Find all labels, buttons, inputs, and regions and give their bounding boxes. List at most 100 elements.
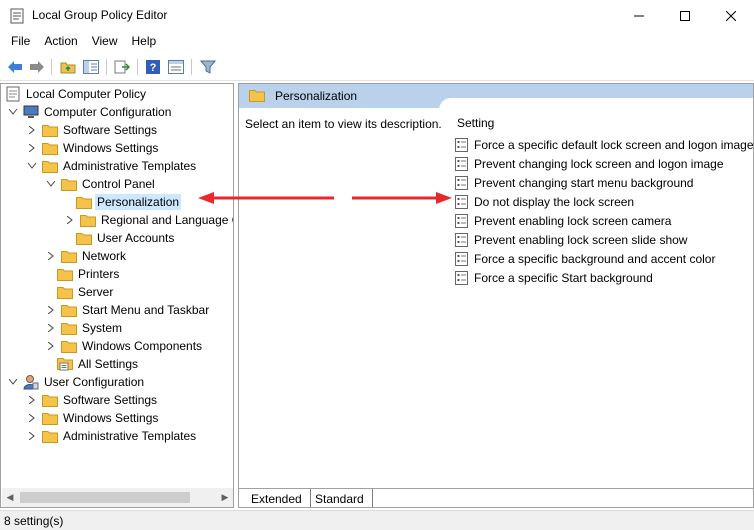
folder-icon: [249, 89, 265, 105]
tab-extended[interactable]: Extended: [243, 489, 311, 507]
chevron-right-icon[interactable]: [64, 211, 76, 229]
setting-prevent-changing-start-menu-bg[interactable]: Prevent changing start menu background: [455, 173, 693, 192]
tree-item-all-settings[interactable]: All Settings: [57, 355, 140, 373]
folder-icon: [61, 320, 77, 336]
computer-icon: [23, 104, 39, 120]
policy-setting-icon: [455, 194, 469, 209]
up-folder-icon[interactable]: [57, 57, 79, 77]
forward-arrow-icon[interactable]: [26, 57, 48, 77]
folder-icon: [61, 338, 77, 354]
policy-setting-icon: [455, 270, 469, 285]
setting-prevent-changing-lock-screen[interactable]: Prevent changing lock screen and logon i…: [455, 154, 724, 173]
all-settings-folder-icon: [57, 356, 73, 372]
policy-setting-icon: [455, 175, 469, 190]
policy-setting-icon: [455, 213, 469, 228]
tree-item-software-settings[interactable]: Software Settings: [26, 121, 159, 139]
policy-setting-icon: [455, 137, 469, 152]
folder-icon: [42, 428, 58, 444]
folder-icon: [57, 266, 73, 282]
menu-help[interactable]: Help: [125, 32, 164, 52]
settings-pane-header: Personalization: [239, 84, 753, 110]
chevron-right-icon[interactable]: [26, 391, 38, 409]
folder-icon: [42, 158, 58, 174]
tree-item-windows-settings[interactable]: Windows Settings: [26, 139, 160, 157]
minimize-button[interactable]: [616, 0, 662, 32]
folder-icon: [61, 302, 77, 318]
tree-item-local-computer-policy[interactable]: Local Computer Policy: [3, 85, 148, 103]
chevron-right-icon[interactable]: [45, 301, 57, 319]
chevron-right-icon[interactable]: [45, 337, 57, 355]
menu-file[interactable]: File: [4, 32, 37, 52]
policy-setting-icon: [455, 156, 469, 171]
show-hide-tree-icon[interactable]: [80, 57, 102, 77]
menu-action[interactable]: Action: [37, 32, 84, 52]
scrollbar-thumb[interactable]: [20, 492, 190, 503]
setting-do-not-display-lock-screen[interactable]: Do not display the lock screen: [455, 192, 634, 211]
setting-prevent-lock-screen-slideshow[interactable]: Prevent enabling lock screen slide show: [455, 230, 687, 249]
folder-icon: [42, 410, 58, 426]
tree-item-system[interactable]: System: [45, 319, 124, 337]
tree-item-windows-components[interactable]: Windows Components: [45, 337, 204, 355]
chevron-right-icon[interactable]: [45, 319, 57, 337]
tree-horizontal-scrollbar[interactable]: ◀ ▶: [2, 488, 233, 507]
settings-pane: Personalization Select an item to view i…: [238, 83, 754, 508]
policy-editor-app-icon: [10, 8, 24, 24]
policy-tree-pane: Local Computer Policy Computer Configura…: [0, 83, 234, 508]
user-icon: [23, 374, 39, 390]
tree-item-start-menu-and-taskbar[interactable]: Start Menu and Taskbar: [45, 301, 211, 319]
tab-standard[interactable]: Standard: [307, 489, 373, 507]
tree-item-regional-and-language[interactable]: Regional and Language Options: [64, 211, 233, 229]
chevron-right-icon[interactable]: [26, 121, 38, 139]
maximize-button[interactable]: [662, 0, 708, 32]
chevron-right-icon[interactable]: [26, 139, 38, 157]
help-icon[interactable]: ?: [142, 57, 164, 77]
export-list-icon[interactable]: [111, 57, 133, 77]
back-arrow-icon[interactable]: [4, 57, 26, 77]
folder-icon: [61, 176, 77, 192]
tree-item-personalization[interactable]: Personalization: [76, 193, 182, 211]
setting-column-header[interactable]: Setting: [457, 116, 494, 130]
chevron-right-icon[interactable]: [26, 427, 38, 445]
folder-icon: [57, 284, 73, 300]
view-tabs: Extended Standard: [239, 488, 753, 507]
chevron-down-icon[interactable]: [7, 373, 19, 391]
policy-setting-icon: [455, 232, 469, 247]
folder-icon: [76, 230, 92, 246]
tree-item-user-configuration[interactable]: User Configuration: [7, 373, 146, 391]
tree-item-control-panel[interactable]: Control Panel: [45, 175, 157, 193]
title-bar: Local Group Policy Editor: [0, 0, 754, 32]
svg-text:?: ?: [150, 62, 157, 74]
tree-item-user-software-settings[interactable]: Software Settings: [26, 391, 159, 409]
filter-icon[interactable]: [197, 57, 219, 77]
tree-item-printers[interactable]: Printers: [57, 265, 121, 283]
tree-item-administrative-templates[interactable]: Administrative Templates: [26, 157, 198, 175]
scroll-right-icon[interactable]: ▶: [217, 488, 233, 507]
setting-force-default-lock-screen[interactable]: Force a specific default lock screen and…: [455, 135, 753, 154]
close-button[interactable]: [708, 0, 754, 32]
properties-icon[interactable]: [165, 57, 187, 77]
chevron-down-icon[interactable]: [26, 157, 38, 175]
setting-force-start-background[interactable]: Force a specific Start background: [455, 268, 653, 287]
menu-view[interactable]: View: [85, 32, 125, 52]
chevron-down-icon[interactable]: [45, 175, 57, 193]
tree-item-server[interactable]: Server: [57, 283, 115, 301]
scroll-left-icon[interactable]: ◀: [2, 488, 18, 507]
status-text: 8 setting(s): [4, 514, 64, 528]
setting-force-background-accent-color[interactable]: Force a specific background and accent c…: [455, 249, 715, 268]
tree-item-network[interactable]: Network: [45, 247, 128, 265]
folder-icon: [61, 248, 77, 264]
folder-icon: [42, 392, 58, 408]
policy-setting-icon: [455, 251, 469, 266]
tree-item-user-windows-settings[interactable]: Windows Settings: [26, 409, 160, 427]
policy-document-icon: [5, 86, 21, 102]
folder-icon: [42, 122, 58, 138]
chevron-right-icon[interactable]: [45, 247, 57, 265]
tree-item-user-accounts[interactable]: User Accounts: [76, 229, 176, 247]
tree-item-computer-configuration[interactable]: Computer Configuration: [7, 103, 173, 121]
folder-icon: [76, 194, 92, 210]
tree-item-user-administrative-templates[interactable]: Administrative Templates: [26, 427, 198, 445]
chevron-right-icon[interactable]: [26, 409, 38, 427]
chevron-down-icon[interactable]: [7, 103, 19, 121]
setting-prevent-lock-screen-camera[interactable]: Prevent enabling lock screen camera: [455, 211, 671, 230]
toolbar: ?: [0, 53, 754, 81]
